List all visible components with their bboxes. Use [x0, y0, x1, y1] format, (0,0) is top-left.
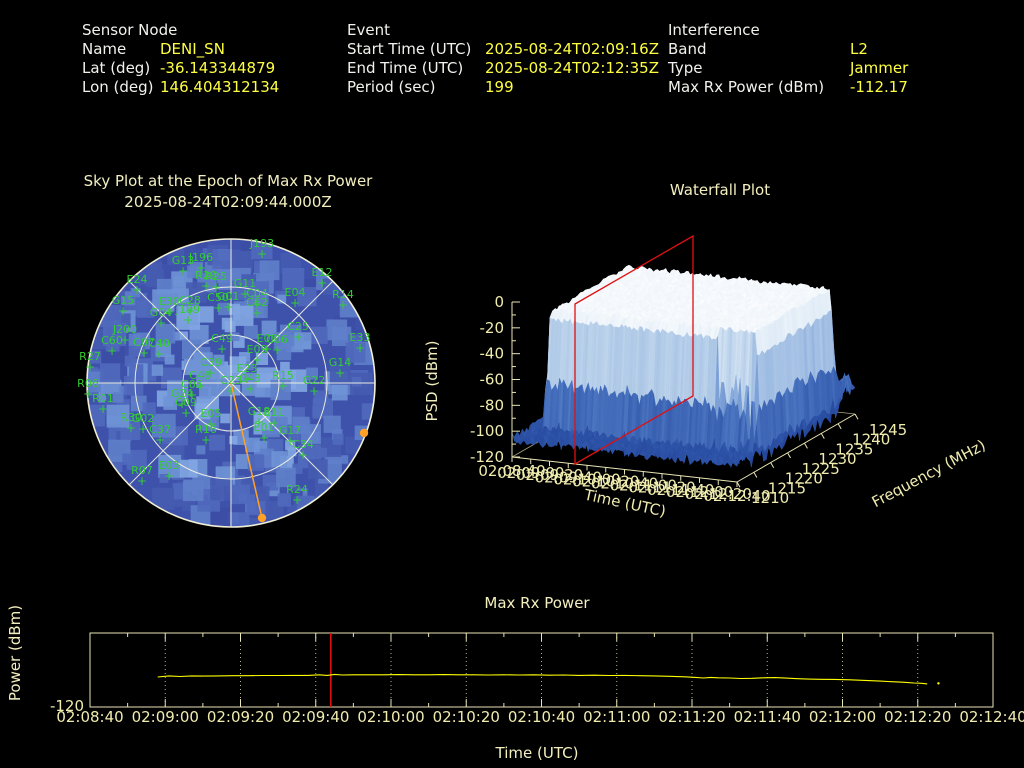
sensor-lon-value: 146.404312134 — [160, 78, 280, 96]
power-time-tick-label: 02:09:20 — [207, 708, 274, 726]
power-time-tick-label: 02:12:20 — [884, 708, 951, 726]
sensor-name-value: DENI_SN — [160, 40, 225, 58]
sensor-node-panel: Sensor Node Name DENI_SN Lat (deg) -36.143… — [82, 21, 279, 97]
sensor-node-title: Sensor Node — [82, 21, 178, 39]
satellite-marker: + — [290, 296, 300, 310]
satellite-marker: + — [317, 276, 327, 290]
waterfall-surface — [511, 264, 856, 469]
satellite-marker: + — [252, 306, 262, 320]
interference-band-label: Band — [668, 40, 707, 58]
event-start-value: 2025-08-24T02:09:16Z — [485, 40, 659, 58]
sensor-lat-value: -36.143344879 — [160, 59, 276, 77]
track-dot — [359, 428, 369, 438]
satellite-marker: + — [156, 316, 166, 330]
psd-tick-label: -60 — [480, 371, 505, 389]
sky-plot-epoch: 2025-08-24T02:09:44.000Z — [124, 193, 332, 211]
satellite-marker: + — [118, 304, 128, 318]
satellite-marker: + — [85, 360, 95, 374]
power-time-tick-label: 02:09:40 — [282, 708, 349, 726]
psd-tick-label: -100 — [470, 422, 504, 440]
satellite-marker: + — [292, 493, 302, 507]
sensor-lat-label: Lat (deg) — [82, 59, 151, 77]
sky-plot-canvas: J193+G13+J196+R29+R25+E12+E24+ G11+G15+E3… — [77, 237, 376, 528]
satellite-marker: + — [138, 422, 148, 436]
interference-maxrx-value: -112.17 — [850, 78, 908, 96]
satellite-marker: + — [183, 313, 193, 327]
event-period-label: Period (sec) — [347, 78, 436, 96]
sensor-monitor-screen: Sensor Node Name DENI_SN Lat (deg) -36.143… — [0, 0, 1024, 768]
power-time-tick-label: 02:12:00 — [809, 708, 876, 726]
power-plot-canvas: 02:08:40 02:09:00 02:09:20 02:09:40 02:10:00… — [50, 632, 1024, 726]
satellite-marker: + — [335, 366, 345, 380]
sky-plot-title: Sky Plot at the Epoch of Max Rx Power — [83, 172, 373, 190]
power-time-tick-label: 02:11:40 — [734, 708, 801, 726]
satellite-marker: + — [164, 469, 174, 483]
waterfall-plot-canvas: 0-20-40-60-80-100-12002:08:4002:09:0002:… — [470, 234, 989, 521]
power-plot-frame — [89, 632, 994, 708]
satellite-marker: + — [178, 264, 188, 278]
interference-title: Interference — [668, 21, 760, 39]
event-end-label: End Time (UTC) — [347, 59, 464, 77]
sensor-lon-label: Lon (deg) — [82, 78, 154, 96]
psd-tick-label: -40 — [480, 345, 505, 363]
power-time-tick-label: 02:10:20 — [433, 708, 500, 726]
series-lone-point — [937, 682, 940, 685]
max-rx-power-series — [157, 673, 928, 685]
power-time-tick-label: 02:12:40 — [959, 708, 1024, 726]
satellite-marker: + — [309, 384, 319, 398]
power-time-tick-label: 02:11:00 — [583, 708, 650, 726]
satellite-marker: + — [278, 379, 288, 393]
satellite-marker: + — [155, 433, 165, 447]
power-ymin-label: -120 — [50, 697, 84, 715]
power-time-tick-label: 02:10:00 — [357, 708, 424, 726]
event-title: Event — [347, 21, 390, 39]
interference-type-value: Jammer — [850, 59, 909, 77]
psd-tick-label: -20 — [480, 319, 505, 337]
power-time-tick-label: 02:11:20 — [658, 708, 725, 726]
satellite-marker: + — [259, 431, 269, 445]
satellite-marker: + — [98, 402, 108, 416]
satellite-marker: + — [272, 343, 282, 357]
satellite-marker: + — [355, 341, 365, 355]
satellite-marker: + — [223, 300, 233, 314]
interference-type-label: Type — [668, 59, 703, 77]
psd-tick-label: -80 — [480, 396, 505, 414]
satellite-marker: + — [217, 342, 227, 356]
event-period-value: 199 — [485, 78, 514, 96]
interference-band-value: L2 — [850, 40, 868, 58]
satellite-marker: + — [154, 347, 164, 361]
psd-tick-label: 0 — [494, 293, 504, 311]
interference-maxrx-label: Max Rx Power (dBm) — [668, 78, 825, 96]
satellite-marker: + — [137, 474, 147, 488]
interference-panel: Interference Band L2 Type Jammer Max Rx Po… — [668, 21, 908, 97]
sensor-name-label: Name — [82, 40, 127, 58]
satellite-marker: + — [257, 247, 267, 261]
power-time-tick-label: 02:09:00 — [132, 708, 199, 726]
satellite-marker: + — [293, 330, 303, 344]
event-start-label: Start Time (UTC) — [347, 40, 472, 58]
satellite-marker: + — [338, 298, 348, 312]
satellite-marker: + — [213, 301, 223, 315]
satellite-marker: + — [181, 406, 191, 420]
satellite-marker: + — [298, 448, 308, 462]
event-panel: Event Start Time (UTC) 2025-08-24T02:09:1… — [347, 21, 659, 97]
track-dot — [257, 513, 267, 523]
power-time-tick-label: 02:10:40 — [508, 708, 575, 726]
event-end-value: 2025-08-24T02:12:35Z — [485, 59, 659, 77]
satellite-marker: + — [107, 344, 117, 358]
satellite-marker: + — [201, 433, 211, 447]
waterfall-freq-label: 1245 — [869, 421, 907, 439]
satellite-marker: + — [245, 382, 255, 396]
